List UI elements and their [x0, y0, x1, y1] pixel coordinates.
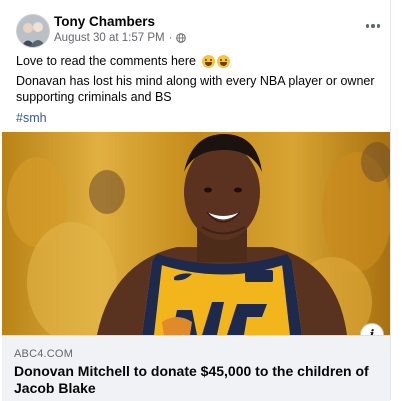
avatar-image — [17, 15, 49, 47]
more-options-icon[interactable] — [362, 18, 384, 34]
post-text-body: Donavan has lost his mind along with eve… — [16, 74, 375, 104]
post-meta: August 30 at 1:57 PM · — [54, 32, 187, 44]
more-dot — [371, 24, 375, 28]
laughing-emoji-icon — [216, 54, 230, 68]
globe-icon[interactable] — [176, 33, 187, 43]
page-edge — [390, 0, 402, 400]
link-headline[interactable]: Donovan Mitchell to donate $45,000 to th… — [14, 363, 384, 397]
author-avatar[interactable] — [16, 14, 50, 48]
facebook-post: Tony Chambers August 30 at 1:57 PM · Lov… — [0, 0, 402, 401]
author-name[interactable]: Tony Chambers — [54, 14, 155, 29]
more-dot — [376, 24, 381, 28]
post-text-first: Love to read the comments here — [16, 54, 196, 68]
link-preview-details[interactable]: ABC4.COM Donovan Mitchell to donate $45,… — [2, 335, 390, 401]
link-source-domain: ABC4.COM — [14, 348, 74, 360]
more-dot — [365, 24, 370, 28]
meta-separator: · — [168, 32, 173, 44]
hashtag-link[interactable]: #smh — [16, 111, 47, 125]
laughing-emoji-icon — [201, 54, 215, 68]
post-text-line1: Love to read the comments here — [16, 54, 230, 68]
post-timestamp[interactable]: August 30 at 1:57 PM — [54, 32, 165, 44]
basketball-player-photo — [2, 132, 390, 335]
link-preview-image[interactable] — [2, 132, 390, 335]
